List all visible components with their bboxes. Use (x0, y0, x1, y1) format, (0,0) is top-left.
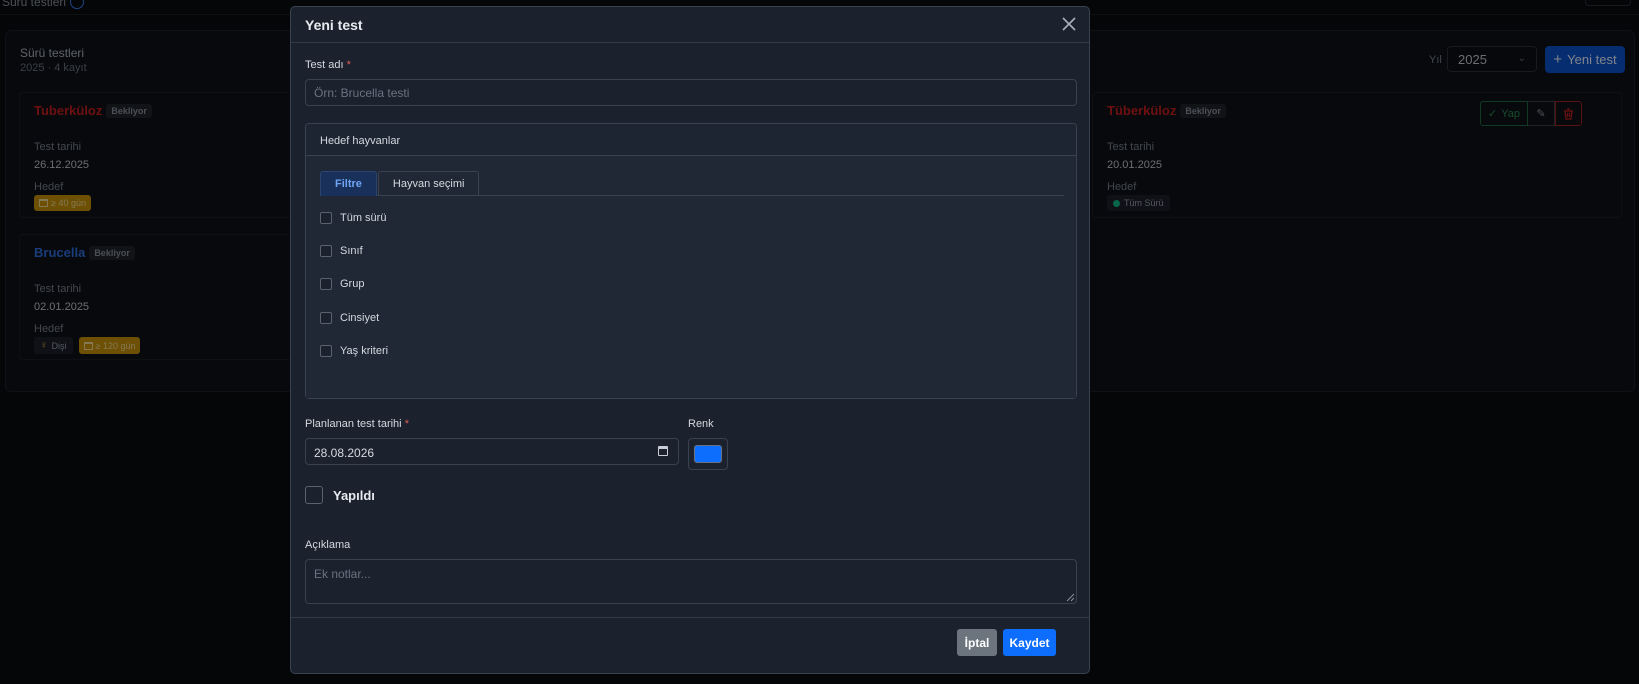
target-animals-title: Hedef hayvanlar (306, 124, 1076, 156)
tab-filter[interactable]: Filtre (320, 171, 377, 196)
tab-animal-selection[interactable]: Hayvan seçimi (377, 171, 480, 196)
filter-all-herd[interactable]: Tüm sürü (320, 212, 386, 224)
checkbox[interactable] (320, 345, 332, 357)
cancel-button[interactable]: İptal (957, 629, 997, 656)
modal-footer: İptal Kaydet (291, 617, 1089, 674)
planned-date-value: 28.08.2026 (314, 446, 375, 460)
target-tabs: Filtre Hayvan seçimi (320, 171, 1064, 196)
checkbox[interactable] (320, 278, 332, 290)
modal-title: Yeni test (305, 17, 363, 33)
filter-age[interactable]: Yaş kriteri (320, 345, 388, 357)
color-picker[interactable] (688, 438, 728, 470)
checkbox[interactable] (320, 245, 332, 257)
target-animals-body: Filtre Hayvan seçimi Tüm sürü Sınıf Grup… (306, 156, 1076, 398)
filter-sex[interactable]: Cinsiyet (320, 312, 379, 324)
close-icon[interactable] (1059, 14, 1079, 34)
planned-date-input[interactable]: 28.08.2026 (305, 438, 679, 465)
done-checkbox[interactable] (305, 486, 323, 504)
test-name-label: Test adı * (305, 59, 351, 71)
done-toggle[interactable]: Yapıldı (305, 486, 375, 504)
filter-group[interactable]: Grup (320, 278, 364, 290)
filter-class[interactable]: Sınıf (320, 245, 363, 257)
checkbox[interactable] (320, 212, 332, 224)
resize-grip-icon[interactable] (1065, 592, 1075, 602)
description-input[interactable] (305, 559, 1077, 604)
new-test-modal: Yeni test Test adı * Hedef hayvanlar Fil… (290, 6, 1090, 674)
color-label: Renk (688, 418, 714, 430)
calendar-icon[interactable] (658, 446, 668, 456)
planned-date-label: Planlanan test tarihi * (305, 418, 409, 430)
checkbox[interactable] (320, 312, 332, 324)
done-label: Yapıldı (333, 487, 375, 503)
test-name-input[interactable] (305, 79, 1077, 106)
color-swatch (694, 445, 722, 463)
description-label: Açıklama (305, 539, 351, 551)
save-button[interactable]: Kaydet (1003, 629, 1056, 656)
modal-header: Yeni test (291, 7, 1089, 43)
target-animals-box: Hedef hayvanlar Filtre Hayvan seçimi Tüm… (305, 123, 1077, 399)
